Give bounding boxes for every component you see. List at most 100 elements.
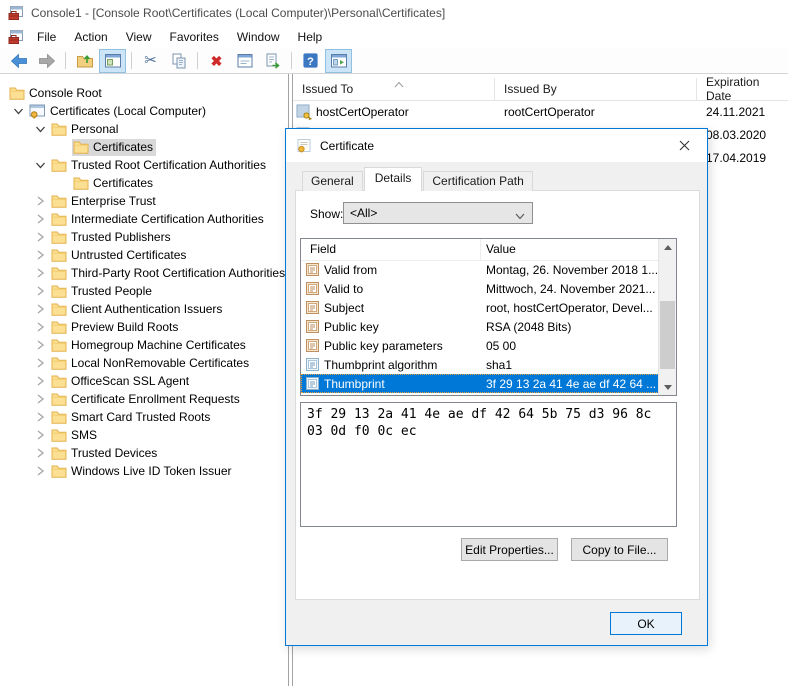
edit-properties-button[interactable]: Edit Properties... [461, 538, 558, 561]
chevron-right-icon[interactable] [30, 374, 50, 388]
tree-item-preview-build-roots[interactable]: Preview Build Roots [0, 318, 288, 336]
tree-item-certificates-local-computer[interactable]: Certificates (Local Computer) [0, 102, 288, 120]
tree-item-body[interactable]: Trusted Root Certification Authorities [50, 157, 269, 174]
tree-item-console-root[interactable]: Console Root [0, 84, 288, 102]
tree-item-body[interactable]: Trusted People [50, 283, 155, 300]
tree-item-body[interactable]: SMS [50, 427, 100, 444]
chevron-right-icon[interactable] [30, 446, 50, 460]
child-window-icon[interactable] [8, 29, 24, 45]
properties-button[interactable] [231, 49, 258, 73]
delete-button[interactable]: ✖ [203, 49, 230, 73]
chevron-right-icon[interactable] [30, 338, 50, 352]
chevron-down-icon[interactable] [8, 104, 28, 118]
tree-item-body[interactable]: Client Authentication Issuers [50, 301, 225, 318]
chevron-down-icon[interactable] [30, 158, 50, 172]
tree-item-body[interactable]: OfficeScan SSL Agent [50, 373, 192, 390]
field-row-public-key-parameters[interactable]: Public key parameters05 00 [301, 336, 659, 355]
menu-file[interactable]: File [28, 28, 65, 46]
scrollbar-thumb[interactable] [660, 301, 675, 369]
column-header-expiration-date[interactable]: Expiration Date [697, 78, 788, 100]
ok-button[interactable]: OK [610, 612, 682, 635]
chevron-right-icon[interactable] [30, 194, 50, 208]
tree-item-trusted-root-certification-authorities[interactable]: Trusted Root Certification Authorities [0, 156, 288, 174]
tree-item-body[interactable]: Certificate Enrollment Requests [50, 391, 243, 408]
chevron-right-icon[interactable] [30, 410, 50, 424]
value-column-header[interactable]: Value [481, 239, 659, 260]
fields-scrollbar[interactable] [658, 239, 676, 395]
tree-item-trusted-devices[interactable]: Trusted Devices [0, 444, 288, 462]
tree-item-officescan-ssl-agent[interactable]: OfficeScan SSL Agent [0, 372, 288, 390]
copy-button[interactable] [165, 49, 192, 73]
chevron-right-icon[interactable] [30, 266, 50, 280]
tree-item-body[interactable]: Local NonRemovable Certificates [50, 355, 252, 372]
chevron-right-icon[interactable] [30, 302, 50, 316]
tree-item-client-authentication-issuers[interactable]: Client Authentication Issuers [0, 300, 288, 318]
tree-item-body[interactable]: Preview Build Roots [50, 319, 181, 336]
forward-arrow-button[interactable] [33, 49, 60, 73]
tree-item-body[interactable]: Certificates [72, 175, 156, 192]
back-arrow-button[interactable] [5, 49, 32, 73]
tree-item-homegroup-machine-certificates[interactable]: Homegroup Machine Certificates [0, 336, 288, 354]
tree-item-body[interactable]: Trusted Publishers [50, 229, 174, 246]
tree-item-personal[interactable]: Personal [0, 120, 288, 138]
tree-item-body[interactable]: Trusted Devices [50, 445, 160, 462]
field-row-valid-to[interactable]: Valid toMittwoch, 24. November 2021... [301, 279, 659, 298]
tree-item-body[interactable]: Smart Card Trusted Roots [50, 409, 213, 426]
tree-item-certificates[interactable]: Certificates [0, 174, 288, 192]
chevron-right-icon[interactable] [30, 392, 50, 406]
chevron-right-icon[interactable] [30, 230, 50, 244]
tree-item-body[interactable]: Third-Party Root Certification Authoriti… [50, 265, 288, 282]
tab-details[interactable]: Details [364, 167, 423, 191]
tree-item-body[interactable]: Enterprise Trust [50, 193, 159, 210]
chevron-right-icon[interactable] [30, 356, 50, 370]
tree-item-sms[interactable]: SMS [0, 426, 288, 444]
copy-to-file-button[interactable]: Copy to File... [571, 538, 668, 561]
column-header-issued-by[interactable]: Issued By [495, 78, 697, 100]
field-row-valid-from[interactable]: Valid fromMontag, 26. November 2018 1... [301, 260, 659, 279]
field-row-thumbprint-algorithm[interactable]: Thumbprint algorithmsha1 [301, 355, 659, 374]
tab-certification-path[interactable]: Certification Path [423, 171, 532, 191]
tree-item-body[interactable]: Untrusted Certificates [50, 247, 189, 264]
tab-general[interactable]: General [302, 171, 363, 191]
tree-item-body[interactable]: Certificates (Local Computer) [28, 103, 209, 120]
chevron-right-icon[interactable] [30, 428, 50, 442]
column-header-issued-to[interactable]: Issued To [293, 78, 495, 100]
menu-action[interactable]: Action [65, 28, 116, 46]
menu-favorites[interactable]: Favorites [161, 28, 228, 46]
field-row-subject[interactable]: Subjectroot, hostCertOperator, Devel... [301, 298, 659, 317]
tree-item-body[interactable]: Certificates [72, 139, 156, 156]
chevron-right-icon[interactable] [30, 248, 50, 262]
field-row-thumbprint[interactable]: Thumbprint3f 29 13 2a 41 4e ae df 42 64 … [301, 374, 659, 393]
tree-item-certificate-enrollment-requests[interactable]: Certificate Enrollment Requests [0, 390, 288, 408]
chevron-right-icon[interactable] [30, 284, 50, 298]
certificate-row[interactable]: hostCertOperatorrootCertOperator24.11.20… [293, 100, 788, 123]
show-combobox[interactable]: <All> [343, 202, 533, 224]
tree-item-trusted-publishers[interactable]: Trusted Publishers [0, 228, 288, 246]
field-row-public-key[interactable]: Public keyRSA (2048 Bits) [301, 317, 659, 336]
menu-window[interactable]: Window [228, 28, 289, 46]
tree-item-body[interactable]: Homegroup Machine Certificates [50, 337, 249, 354]
tree-item-trusted-people[interactable]: Trusted People [0, 282, 288, 300]
tree-item-intermediate-certification-authorities[interactable]: Intermediate Certification Authorities [0, 210, 288, 228]
help-button[interactable]: ? [297, 49, 324, 73]
close-button[interactable] [662, 129, 707, 162]
scrollbar-up-button[interactable] [659, 239, 676, 255]
field-column-header[interactable]: Field [301, 239, 481, 260]
tree-item-local-nonremovable-certificates[interactable]: Local NonRemovable Certificates [0, 354, 288, 372]
chevron-right-icon[interactable] [30, 464, 50, 478]
thumbprint-textbox[interactable]: 3f 29 13 2a 41 4e ae df 42 64 5b 75 d3 9… [300, 402, 677, 527]
export-list-button[interactable] [259, 49, 286, 73]
chevron-right-icon[interactable] [30, 212, 50, 226]
tree-item-body[interactable]: Windows Live ID Token Issuer [50, 463, 235, 480]
cut-button[interactable]: ✂ [137, 49, 164, 73]
chevron-right-icon[interactable] [30, 320, 50, 334]
tree-item-enterprise-trust[interactable]: Enterprise Trust [0, 192, 288, 210]
show-action-pane-button[interactable] [325, 49, 352, 73]
tree-item-windows-live-id-token-issuer[interactable]: Windows Live ID Token Issuer [0, 462, 288, 480]
tree-item-certificates[interactable]: Certificates [0, 138, 288, 156]
tree-item-untrusted-certificates[interactable]: Untrusted Certificates [0, 246, 288, 264]
show-console-tree-button[interactable] [99, 49, 126, 73]
tree-item-smart-card-trusted-roots[interactable]: Smart Card Trusted Roots [0, 408, 288, 426]
tree-item-body[interactable]: Console Root [8, 85, 105, 102]
menu-help[interactable]: Help [289, 28, 332, 46]
